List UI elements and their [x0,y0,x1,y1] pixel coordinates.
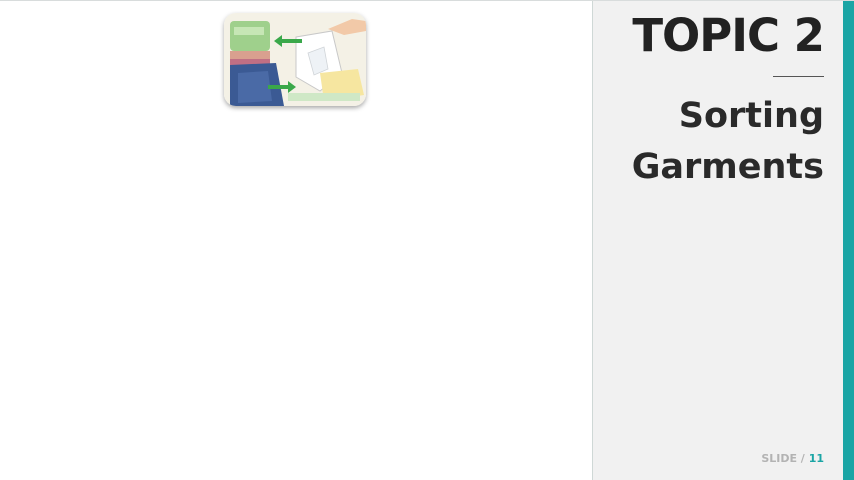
slide-counter: SLIDE / 11 [761,452,824,465]
slide-number: 11 [808,452,824,465]
subtitle-line-1: Sorting [678,96,824,136]
laundry-sorting-image [224,13,366,106]
title-divider [773,76,824,77]
topic-title: TOPIC 2 [632,9,825,62]
accent-bar [843,1,854,480]
slide-counter-label: SLIDE / [761,452,805,465]
topic-subtitle: Sorting Garments [604,91,824,193]
slide: TOPIC 2 Sorting Garments SLIDE / 11 [0,0,854,480]
slide-content-area [0,1,592,480]
green-garment [230,21,270,51]
sorting-garments-illustration [224,13,366,106]
topic-side-panel: TOPIC 2 Sorting Garments SLIDE / 11 [592,1,843,480]
subtitle-line-2: Garments [631,147,824,187]
